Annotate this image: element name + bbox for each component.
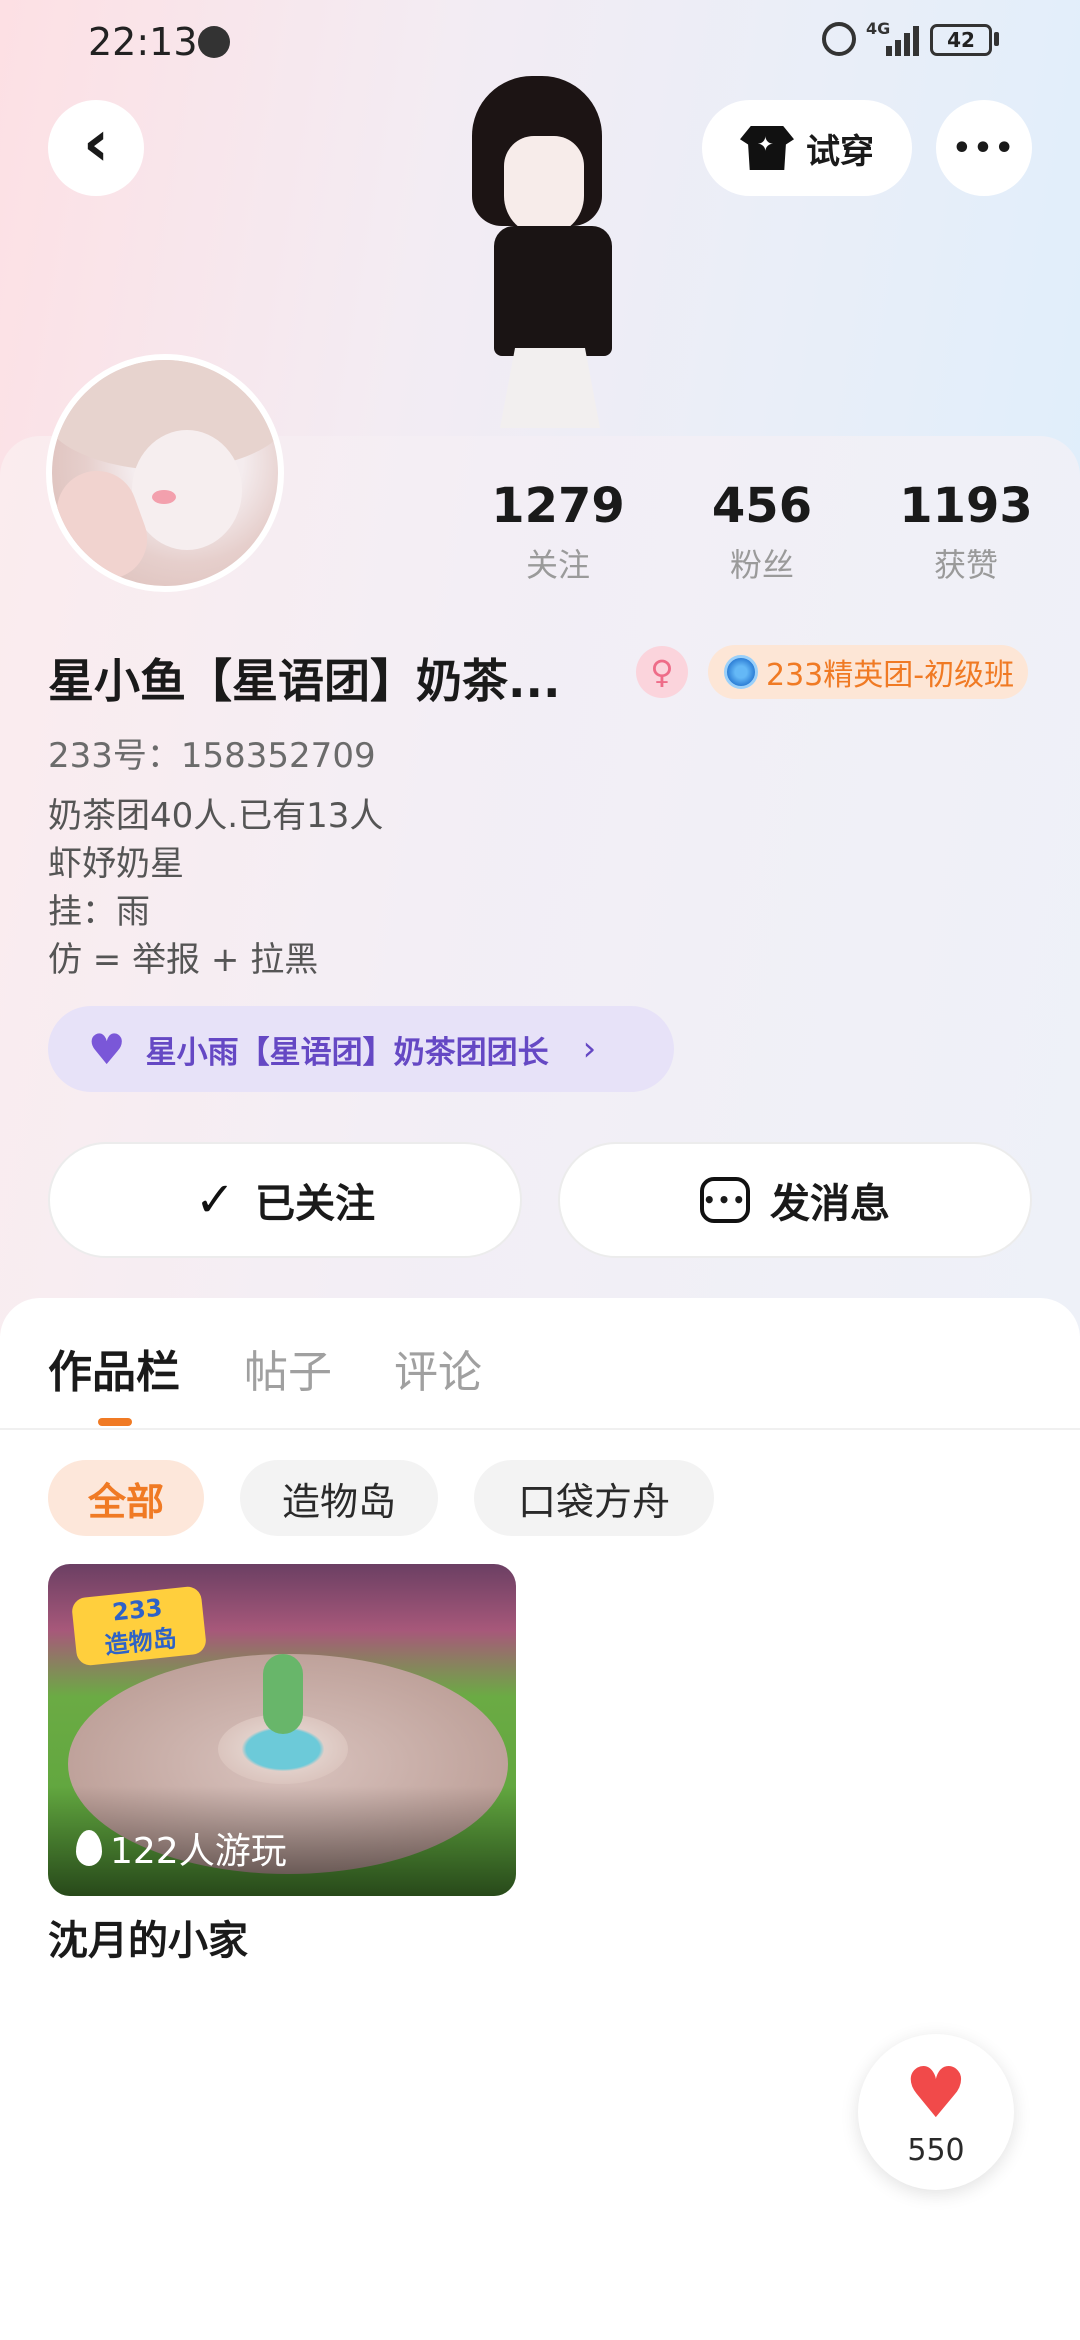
gender-female-icon: ♀ — [636, 646, 688, 698]
message-label: 发消息 — [770, 1181, 890, 1227]
like-button[interactable]: ♥ 550 — [858, 2034, 1014, 2190]
battery-tip — [994, 32, 999, 46]
stat-label: 粉丝 — [729, 546, 794, 584]
play-count-label: 122人游玩 — [110, 1831, 287, 1872]
tab-comments[interactable]: 评论 — [394, 1336, 482, 1400]
work-title[interactable]: 沈月的小家 — [48, 1908, 248, 1966]
play-count: 122人游玩 — [76, 1822, 287, 1874]
medal-icon — [724, 655, 758, 689]
back-icon: ‹ — [82, 107, 110, 181]
try-on-label: 试穿 — [806, 131, 874, 172]
followed-button[interactable]: ✓ 已关注 — [48, 1142, 522, 1258]
signal-icon — [884, 22, 924, 56]
user-id: 233号：158352709 — [48, 736, 376, 776]
username: 星小鱼【星语团】奶茶... — [48, 654, 561, 708]
group-leader-link[interactable]: ♥ 星小雨【星语团】奶茶团团长 › — [48, 1006, 674, 1092]
battery-icon: 42 — [930, 24, 992, 56]
filter-pocket-ark[interactable]: 口袋方舟 — [474, 1460, 714, 1536]
stat-fans[interactable]: 456 粉丝 — [672, 478, 852, 586]
check-icon: ✓ — [194, 1172, 236, 1228]
heart-icon: ♥ — [88, 1024, 126, 1074]
stat-value: 1193 — [899, 478, 1033, 534]
bio-line: 奶茶团40人.已有13人 — [48, 796, 384, 836]
game-logo: 233 造物岛 — [70, 1585, 208, 1667]
alarm-icon — [822, 22, 856, 56]
work-card[interactable]: 233 造物岛 122人游玩 — [48, 1564, 516, 1896]
group-badge-label: 233精英团-初级班 — [766, 658, 1015, 693]
avatar-3d-figure[interactable] — [462, 76, 642, 436]
avatar[interactable] — [46, 354, 284, 592]
message-button[interactable]: ••• 发消息 — [558, 1142, 1032, 1258]
flame-icon — [76, 1830, 102, 1866]
stat-label: 关注 — [525, 546, 590, 584]
try-on-button[interactable]: 试穿 — [702, 100, 912, 196]
stat-value: 456 — [711, 478, 813, 534]
status-bar: 22:13 4G 42 — [0, 0, 1080, 84]
bio-line: 挂：雨 — [48, 892, 150, 932]
stat-likes[interactable]: 1193 获赞 — [876, 478, 1056, 586]
filter-island[interactable]: 造物岛 — [240, 1460, 438, 1536]
statue-graphic — [263, 1654, 303, 1734]
followed-label: 已关注 — [255, 1181, 376, 1227]
notification-icon — [198, 26, 230, 58]
status-time: 22:13 — [88, 20, 198, 64]
stat-value: 1279 — [491, 478, 625, 534]
chat-icon: ••• — [700, 1177, 750, 1223]
like-count: 550 — [907, 2132, 965, 2168]
back-button[interactable]: ‹ — [48, 100, 144, 196]
tab-posts[interactable]: 帖子 — [244, 1336, 332, 1400]
filter-all[interactable]: 全部 — [48, 1460, 204, 1536]
divider — [0, 1428, 1080, 1430]
bio-line: 虾妤奶星 — [48, 844, 184, 884]
more-button[interactable]: ••• — [936, 100, 1032, 196]
stat-label: 获赞 — [933, 546, 998, 584]
tab-works[interactable]: 作品栏 — [48, 1336, 180, 1400]
shirt-icon — [740, 126, 794, 170]
active-tab-indicator — [98, 1418, 132, 1426]
group-leader-label: 星小雨【星语团】奶茶团团长 — [145, 1034, 549, 1071]
bio-line: 仿 = 举报 + 拉黑 — [48, 940, 319, 980]
chevron-right-icon: › — [582, 1029, 597, 1069]
bio: 奶茶团40人.已有13人 虾妤奶星 挂：雨 仿 = 举报 + 拉黑 — [48, 792, 383, 984]
more-icon: ••• — [952, 130, 1016, 166]
heart-icon: ♥ — [904, 2051, 968, 2134]
group-badge[interactable]: 233精英团-初级班 — [708, 645, 1028, 699]
stat-following[interactable]: 1279 关注 — [468, 478, 648, 586]
